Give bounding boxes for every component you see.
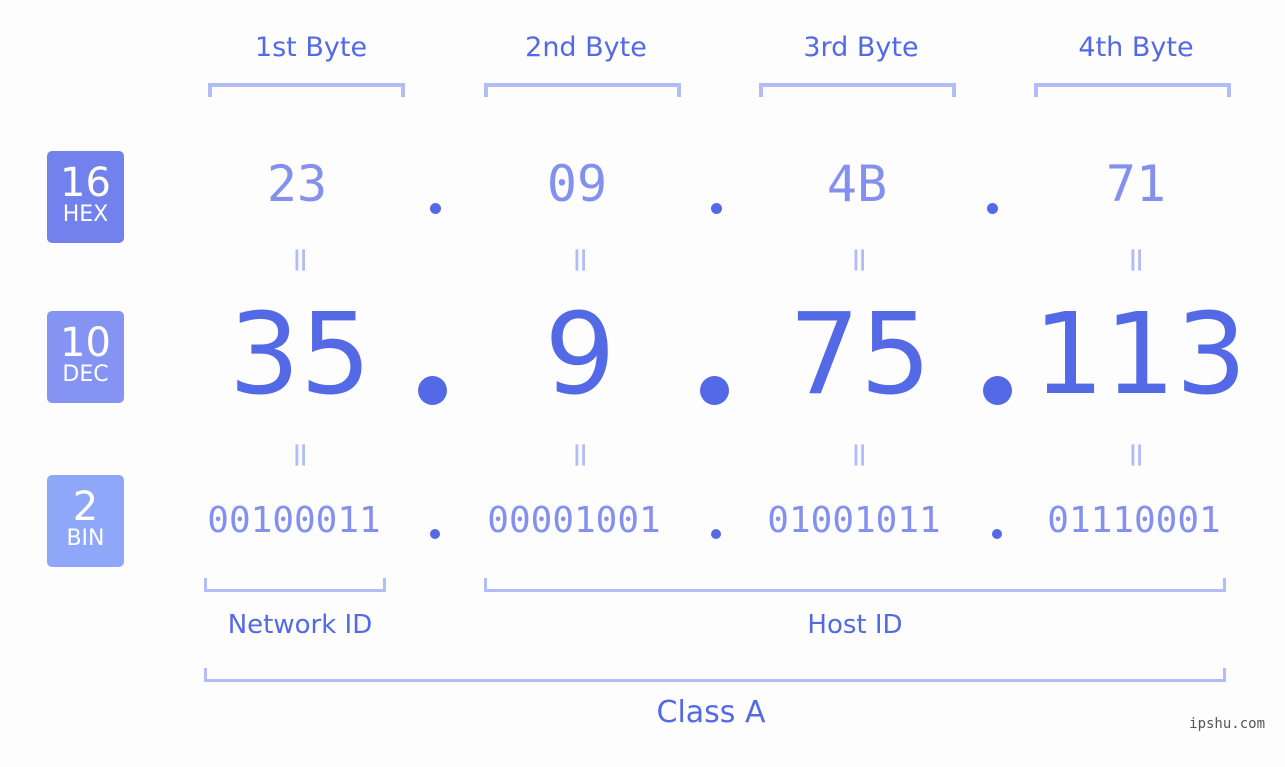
bin-value-4: 01110001 bbox=[1047, 500, 1221, 541]
dec-value-4: 113 bbox=[1033, 290, 1247, 420]
network-id-bracket bbox=[204, 578, 386, 592]
byte-bracket-1 bbox=[208, 83, 405, 97]
hex-separator-dot-1 bbox=[430, 203, 441, 214]
hex-badge-number: 16 bbox=[60, 160, 111, 206]
dec-separator-dot-3 bbox=[983, 376, 1012, 405]
byte-bracket-2 bbox=[484, 83, 681, 97]
equals-icon: = bbox=[280, 245, 320, 275]
equals-icon: = bbox=[1116, 245, 1156, 275]
class-label: Class A bbox=[656, 695, 766, 730]
hex-separator-dot-3 bbox=[987, 203, 998, 214]
byte-label-4: 4th Byte bbox=[1078, 32, 1194, 63]
bin-separator-dot-3 bbox=[992, 529, 1002, 539]
dec-badge-number: 10 bbox=[60, 320, 111, 366]
host-id-label: Host ID bbox=[807, 610, 903, 640]
class-bracket bbox=[204, 668, 1226, 682]
bin-value-3: 01001011 bbox=[767, 500, 941, 541]
byte-label-3: 3rd Byte bbox=[803, 32, 919, 63]
dec-badge: 10 DEC bbox=[47, 311, 124, 403]
dec-value-2: 9 bbox=[544, 290, 616, 420]
hex-badge: 16 HEX bbox=[47, 151, 124, 243]
bin-badge-number: 2 bbox=[72, 484, 99, 530]
bin-value-2: 00001001 bbox=[487, 500, 661, 541]
dec-value-3: 75 bbox=[788, 290, 932, 420]
byte-label-2: 2nd Byte bbox=[525, 32, 647, 63]
hex-separator-dot-2 bbox=[711, 203, 722, 214]
equals-icon: = bbox=[280, 440, 320, 470]
bin-badge: 2 BIN bbox=[47, 475, 124, 567]
bin-badge-label: BIN bbox=[66, 526, 105, 551]
bin-separator-dot-1 bbox=[430, 529, 440, 539]
watermark: ipshu.com bbox=[1189, 716, 1265, 732]
dec-value-1: 35 bbox=[228, 290, 372, 420]
dec-separator-dot-1 bbox=[418, 376, 447, 405]
hex-value-3: 4B bbox=[826, 155, 888, 213]
equals-icon: = bbox=[560, 245, 600, 275]
hex-value-2: 09 bbox=[546, 155, 608, 213]
bin-separator-dot-2 bbox=[711, 529, 721, 539]
network-id-label: Network ID bbox=[227, 610, 373, 640]
equals-icon: = bbox=[839, 440, 879, 470]
bin-value-1: 00100011 bbox=[207, 500, 381, 541]
dec-badge-label: DEC bbox=[62, 362, 109, 387]
byte-bracket-3 bbox=[759, 83, 956, 97]
hex-value-4: 71 bbox=[1105, 155, 1167, 213]
equals-icon: = bbox=[560, 440, 600, 470]
equals-icon: = bbox=[839, 245, 879, 275]
hex-value-1: 23 bbox=[266, 155, 328, 213]
byte-label-1: 1st Byte bbox=[254, 32, 368, 63]
host-id-bracket bbox=[484, 578, 1226, 592]
dec-separator-dot-2 bbox=[700, 376, 729, 405]
equals-icon: = bbox=[1116, 440, 1156, 470]
hex-badge-label: HEX bbox=[62, 202, 109, 227]
byte-bracket-4 bbox=[1034, 83, 1231, 97]
